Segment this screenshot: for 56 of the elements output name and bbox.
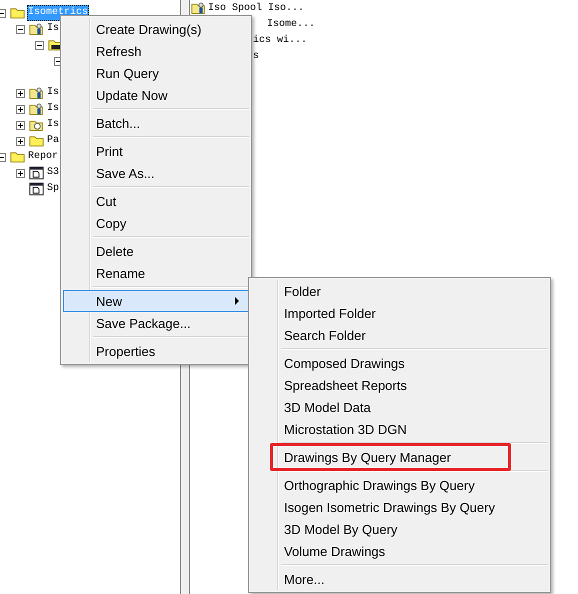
folder-icon	[29, 134, 44, 148]
menu-item[interactable]: New	[63, 290, 249, 312]
list-item[interactable]: Iso Spool Iso...	[208, 2, 304, 14]
collapse-toggle[interactable]	[16, 24, 24, 34]
folder-person-icon	[191, 1, 206, 15]
menu-item[interactable]: 3D Model By Query	[251, 518, 548, 540]
menu-item[interactable]: Refresh	[63, 40, 249, 62]
menu-item[interactable]: Create Drawing(s)	[63, 18, 249, 40]
menu-item[interactable]: Update Now	[63, 84, 249, 106]
menu-item[interactable]: Composed Drawings	[251, 352, 548, 374]
menu-item[interactable]: Cut	[63, 190, 249, 212]
tree-item[interactable]: Is	[46, 85, 60, 101]
menu-item[interactable]: Run Query	[63, 62, 249, 84]
menu-item[interactable]: Drawings By Query Manager	[251, 446, 548, 468]
menu-item[interactable]: Spreadsheet Reports	[251, 374, 548, 396]
list-item[interactable]: s	[253, 50, 260, 62]
tree-item[interactable]: Is	[46, 117, 60, 133]
expand-toggle[interactable]	[16, 104, 24, 114]
expand-toggle[interactable]	[16, 136, 24, 146]
menu-item[interactable]: Properties	[63, 340, 249, 362]
menu-item[interactable]: Imported Folder	[251, 302, 548, 324]
menu-item[interactable]: Orthographic Drawings By Query	[251, 474, 548, 496]
tree-item[interactable]: Sp	[46, 181, 60, 197]
menu-item[interactable]: Search Folder	[251, 324, 548, 346]
folder-icon	[10, 6, 25, 20]
menu-item[interactable]: Print	[63, 140, 249, 162]
document-icon	[29, 182, 44, 196]
expand-toggle[interactable]	[16, 168, 24, 178]
menu-item[interactable]: Save Package...	[63, 312, 249, 334]
list-item[interactable]: ics wi...	[253, 34, 308, 46]
list-item[interactable]: Isome...	[267, 18, 316, 30]
menu-item[interactable]: Copy	[63, 212, 249, 234]
menu-item[interactable]: More...	[251, 568, 548, 590]
menu-item[interactable]: Volume Drawings	[251, 540, 548, 562]
folder-person-icon	[29, 86, 44, 100]
tree-item[interactable]: Is	[46, 101, 60, 117]
tree-item[interactable]: S3	[46, 165, 60, 181]
folder-person-icon	[29, 102, 44, 116]
menu-item[interactable]: Rename	[63, 262, 249, 284]
expand-toggle[interactable]	[16, 120, 24, 130]
menu-item[interactable]: Delete	[63, 240, 249, 262]
tree-item[interactable]: Is	[46, 21, 60, 37]
tree-item[interactable]: Repor	[27, 149, 60, 165]
tree-item[interactable]: Pa	[46, 133, 60, 149]
folder-icon	[10, 150, 25, 164]
document-icon	[29, 166, 44, 180]
menu-item[interactable]: Save As...	[63, 162, 249, 184]
menu-item[interactable]: 3D Model Data	[251, 396, 548, 418]
folder-magnifier-icon	[29, 118, 44, 132]
expand-toggle[interactable]	[16, 88, 24, 98]
collapse-toggle[interactable]	[34, 40, 44, 50]
menu-item[interactable]: Microstation 3D DGN	[251, 418, 548, 440]
folder-person-icon	[29, 22, 44, 36]
menu-item[interactable]: Batch...	[63, 112, 249, 134]
menu-item[interactable]: Isogen Isometric Drawings By Query	[251, 496, 548, 518]
menu-item[interactable]: Folder	[251, 280, 548, 302]
